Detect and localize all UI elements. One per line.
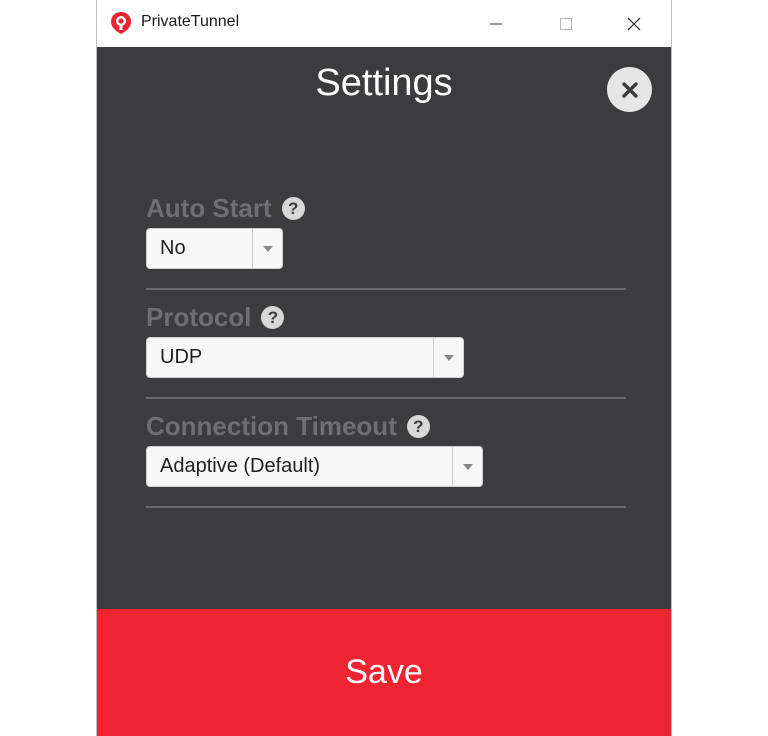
- chevron-down-icon[interactable]: [252, 229, 282, 268]
- protocol-value: UDP: [160, 346, 203, 368]
- window-close-button[interactable]: [611, 0, 657, 47]
- help-icon[interactable]: ?: [406, 415, 430, 438]
- protocol-select[interactable]: UDP: [146, 337, 464, 378]
- close-icon: [627, 17, 641, 30]
- auto-start-select[interactable]: No: [146, 228, 283, 269]
- title-bar: PrivateTunnel: [97, 0, 671, 47]
- connection-timeout-select[interactable]: Adaptive (Default): [146, 446, 483, 487]
- divider: [146, 288, 626, 290]
- auto-start-label-text: Auto Start: [146, 193, 272, 223]
- minimize-icon: [490, 23, 502, 24]
- chevron-down-icon[interactable]: [433, 338, 463, 377]
- help-icon[interactable]: ?: [261, 306, 285, 329]
- minimize-button[interactable]: [473, 0, 519, 47]
- app-window: PrivateTunnel Settings Auto Start ? No P…: [96, 0, 672, 736]
- connection-timeout-value: Adaptive (Default): [160, 455, 321, 477]
- chevron-down-icon[interactable]: [452, 447, 482, 486]
- divider: [146, 506, 626, 508]
- help-icon[interactable]: ?: [281, 197, 305, 220]
- maximize-button[interactable]: [543, 0, 589, 47]
- auto-start-value: No: [160, 237, 186, 259]
- connection-timeout-label: Connection Timeout ?: [146, 411, 430, 442]
- window-title: PrivateTunnel: [141, 13, 240, 30]
- divider: [146, 397, 626, 399]
- connection-timeout-label-text: Connection Timeout: [146, 411, 397, 441]
- privatetunnel-logo-icon: [111, 12, 131, 34]
- protocol-label-text: Protocol: [146, 302, 252, 332]
- settings-close-button[interactable]: [607, 67, 652, 112]
- protocol-label: Protocol ?: [146, 302, 285, 333]
- save-button[interactable]: Save: [97, 609, 671, 736]
- auto-start-label: Auto Start ?: [146, 193, 305, 224]
- page-title: Settings: [315, 62, 453, 104]
- close-circle-icon: [621, 81, 638, 98]
- maximize-icon: [560, 17, 572, 30]
